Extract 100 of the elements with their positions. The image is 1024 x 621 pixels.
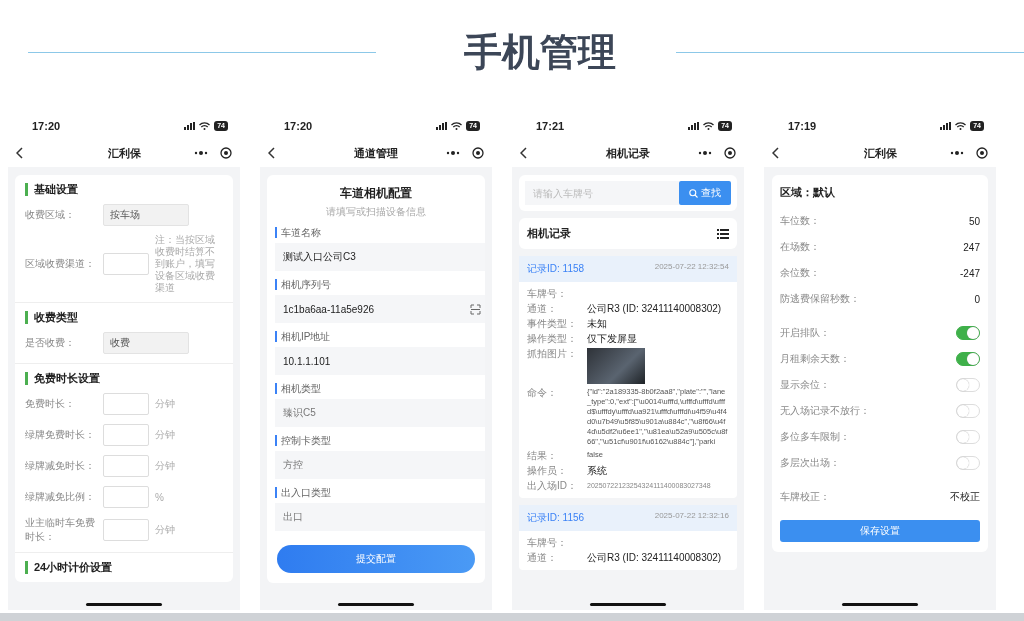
field-label: 车道名称 (275, 227, 321, 238)
input-field[interactable] (103, 393, 149, 415)
page-title: 通道管理 (354, 145, 398, 161)
toggle-switch[interactable] (956, 326, 980, 340)
field-label: 控制卡类型 (275, 435, 331, 446)
field-label: 操作类型： (527, 333, 578, 345)
field-label: 月租剩余天数： (780, 352, 850, 366)
input-field[interactable] (103, 253, 149, 275)
more-icon[interactable] (950, 151, 964, 155)
field-label: 车牌号： (527, 537, 568, 549)
form-subtitle: 请填写或扫描设备信息 (325, 205, 427, 219)
field-label: 显示余位： (780, 378, 830, 392)
field-value: 仅下发屏显 (587, 333, 638, 345)
wifi-icon (199, 122, 211, 130)
more-icon[interactable] (698, 151, 712, 155)
status-time: 17:20 (284, 120, 313, 132)
wifi-icon (451, 122, 463, 130)
field-label: 车牌校正： (780, 490, 830, 504)
field-label: 结果： (527, 450, 558, 462)
page-title: 相机记录 (606, 145, 650, 161)
signal-icon (688, 122, 700, 130)
picker-field[interactable]: 出口 (275, 503, 485, 531)
signal-icon (184, 122, 196, 130)
target-icon[interactable] (472, 147, 484, 159)
field-label: 通道： (527, 303, 558, 315)
field-label: 余位数： (780, 266, 820, 280)
field-value: -247 (960, 267, 980, 279)
status-time: 17:20 (32, 120, 61, 132)
unit-label: 分钟 (155, 523, 176, 537)
picker-field[interactable]: 方控 (275, 451, 485, 479)
status-time: 17:19 (788, 120, 817, 132)
field-note: 注：当按区域收费时结算不到账户，填写设备区域收费渠道 (155, 234, 216, 294)
picker-field[interactable]: 臻识C5 (275, 399, 485, 427)
field-value: 未知 (587, 318, 608, 330)
field-label: 多层次出场： (780, 456, 840, 470)
list-title: 相机记录 (527, 226, 571, 241)
back-icon[interactable] (268, 147, 276, 159)
unit-label: 分钟 (155, 428, 176, 442)
record-time: 2025-07-22 12:32:16 (654, 511, 729, 522)
unit-label: 分钟 (155, 397, 176, 411)
field-label: 抓拍图片： (527, 348, 578, 361)
back-icon[interactable] (772, 147, 780, 159)
field-value: 公司R3 (ID: 32411140008302) (587, 552, 723, 564)
field-label: 车牌号： (527, 288, 568, 300)
target-icon[interactable] (976, 147, 988, 159)
field-value: 公司R3 (ID: 32411140008302) (587, 303, 723, 315)
field-label: 绿牌减免时长： (25, 459, 96, 473)
target-icon[interactable] (724, 147, 736, 159)
input-field[interactable] (103, 424, 149, 446)
text-field[interactable]: 10.1.1.101 (275, 347, 485, 375)
scan-icon[interactable] (470, 303, 481, 315)
list-icon[interactable] (717, 228, 729, 239)
text-field[interactable]: 测试入口公司C3 (275, 243, 485, 271)
field-label: 出入口类型 (275, 487, 331, 498)
record-id: 记录ID: 1158 (527, 262, 585, 276)
page-title: 汇利保 (863, 145, 897, 161)
input-field[interactable] (103, 519, 149, 541)
section-title: 24小时计价设置 (25, 561, 113, 574)
record-id: 记录ID: 1156 (527, 511, 585, 525)
more-icon[interactable] (446, 151, 460, 155)
form-title: 车道相机配置 (339, 185, 413, 202)
target-icon[interactable] (220, 147, 232, 159)
field-label: 防逃费保留秒数： (780, 292, 860, 306)
input-field[interactable] (103, 486, 149, 508)
input-field[interactable] (103, 455, 149, 477)
field-label: 相机IP地址 (275, 331, 331, 342)
unit-label: % (155, 491, 165, 503)
field-label: 业主临时车免费时长： (25, 516, 96, 544)
toggle-switch[interactable] (956, 352, 980, 366)
field-value: 系统 (587, 465, 608, 477)
status-time: 17:21 (536, 120, 565, 132)
field-value: 0 (974, 293, 980, 305)
section-title: 收费类型 (25, 311, 78, 324)
area-title: 区域：默认 (780, 185, 836, 200)
record-time: 2025-07-22 12:32:54 (654, 262, 729, 273)
section-title: 免费时长设置 (25, 372, 100, 385)
more-icon[interactable] (194, 151, 208, 155)
field-label: 事件类型： (527, 318, 578, 330)
wifi-icon (955, 122, 967, 130)
field-label: 相机类型 (275, 383, 321, 394)
back-icon[interactable] (520, 147, 528, 159)
unit-label: 分钟 (155, 459, 176, 473)
field-label: 通道： (527, 552, 558, 564)
field-label: 区域收费渠道： (25, 257, 96, 271)
option-value[interactable]: 不校正 (950, 490, 980, 504)
field-label: 命令： (527, 387, 558, 400)
field-label: 绿牌免费时长： (25, 428, 96, 442)
select-field[interactable]: 收费 (103, 332, 189, 354)
field-label: 免费时长： (25, 397, 76, 411)
field-label: 收费区域： (25, 208, 76, 222)
slide-title: 手机管理 (463, 30, 617, 75)
select-field[interactable]: 按车场 (103, 204, 189, 226)
search-icon (689, 188, 698, 198)
back-icon[interactable] (16, 147, 24, 159)
field-label: 无入场记录不放行： (780, 404, 870, 418)
field-label: 出入场ID： (527, 480, 578, 492)
field-label: 开启排队： (780, 326, 830, 340)
section-title: 基础设置 (25, 183, 78, 196)
field-label: 在场数： (780, 240, 820, 254)
field-value: 50 (968, 215, 980, 227)
